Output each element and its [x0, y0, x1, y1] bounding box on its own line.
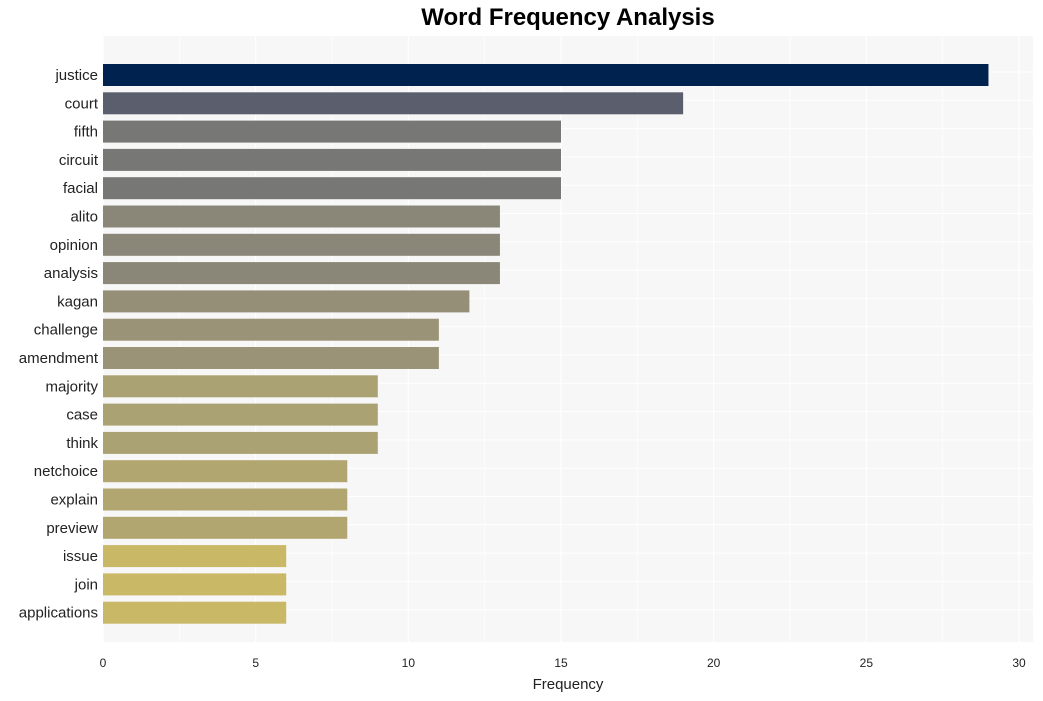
- bar-court: [103, 92, 684, 115]
- y-tick-label: alito: [70, 209, 98, 226]
- bar-circuit: [103, 148, 561, 171]
- bar-opinion: [103, 233, 500, 256]
- x-tick-label: 25: [860, 656, 874, 670]
- y-tick-label: facial: [63, 180, 98, 197]
- bar-kagan: [103, 290, 470, 313]
- y-tick-labels: justice court fifth circuit facial alito opini…: [19, 67, 99, 622]
- bar-applications: [103, 601, 287, 624]
- bar-chart: justice court fifth circuit facial alito opini…: [19, 36, 1033, 693]
- bar-amendment: [103, 347, 439, 369]
- bar-analysis: [103, 262, 500, 285]
- y-tick-label: case: [66, 407, 98, 424]
- x-tick-label: 0: [100, 656, 107, 670]
- bar-justice: [103, 64, 989, 86]
- bar-think: [103, 431, 378, 454]
- x-tick-label: 15: [554, 656, 568, 670]
- y-tick-label: fifth: [74, 124, 98, 141]
- bar-join: [103, 573, 287, 596]
- y-tick-label: challenge: [34, 322, 98, 339]
- bar-case: [103, 403, 378, 426]
- x-tick-label: 20: [707, 656, 721, 670]
- y-tick-label: opinion: [50, 237, 98, 254]
- y-tick-label: think: [66, 435, 98, 452]
- y-tick-label: explain: [50, 492, 98, 509]
- bar-alito: [103, 205, 500, 228]
- x-tick-labels: 0 5 10 15 20 25 30: [100, 656, 1026, 670]
- bar-fifth: [103, 120, 561, 143]
- bar-facial: [103, 177, 561, 200]
- y-tick-label: kagan: [57, 293, 98, 310]
- y-tick-label: netchoice: [34, 463, 98, 480]
- bar-issue: [103, 545, 287, 568]
- y-tick-label: applications: [19, 605, 98, 622]
- x-axis-label: Frequency: [533, 676, 604, 693]
- bar-netchoice: [103, 460, 348, 483]
- bar-preview: [103, 516, 348, 539]
- y-tick-label: preview: [46, 520, 98, 537]
- y-tick-label: justice: [54, 67, 98, 84]
- x-tick-label: 30: [1012, 656, 1026, 670]
- bar-challenge: [103, 318, 439, 341]
- x-tick-label: 5: [252, 656, 259, 670]
- y-tick-label: majority: [45, 378, 98, 395]
- y-tick-label: issue: [63, 548, 98, 565]
- x-tick-label: 10: [402, 656, 416, 670]
- y-tick-label: analysis: [44, 265, 98, 282]
- y-tick-label: circuit: [59, 152, 99, 169]
- bar-majority: [103, 375, 378, 398]
- y-tick-label: join: [74, 576, 98, 593]
- y-tick-label: amendment: [19, 350, 99, 367]
- y-tick-label: court: [65, 95, 99, 112]
- bar-explain: [103, 488, 348, 511]
